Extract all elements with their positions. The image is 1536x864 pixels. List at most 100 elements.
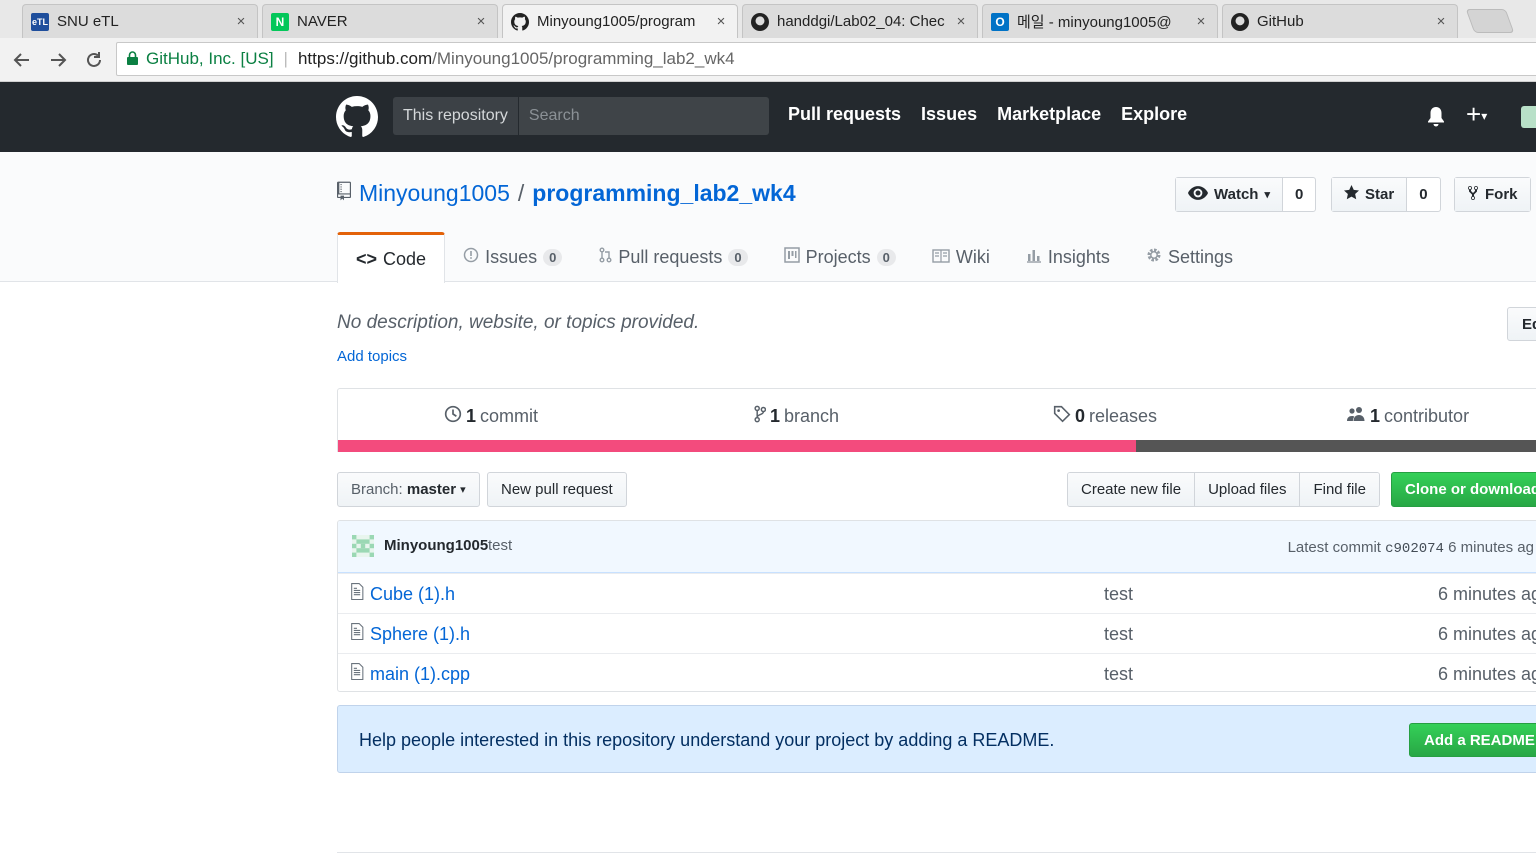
- file-icon: [350, 623, 364, 645]
- tab-pull-requests[interactable]: Pull requests 0: [580, 232, 765, 282]
- nav-issues[interactable]: Issues: [921, 104, 977, 125]
- tab-label: Code: [383, 248, 427, 269]
- tab-insights[interactable]: Insights: [1008, 232, 1128, 282]
- create-new-dropdown[interactable]: +▾: [1466, 101, 1487, 128]
- commit-author[interactable]: Minyoung1005: [384, 537, 488, 554]
- fork-button[interactable]: Fork: [1455, 178, 1530, 211]
- latest-commit-bar: Minyoung1005 test Latest commit c902074 …: [338, 521, 1536, 573]
- commits-link[interactable]: 1 commit: [444, 405, 538, 428]
- file-link[interactable]: main (1).cpp: [350, 663, 470, 685]
- browser-tab-handdgi[interactable]: handdgi/Lab02_04: Chec ×: [742, 4, 978, 38]
- upload-files-button[interactable]: Upload files: [1195, 473, 1301, 506]
- divider: [337, 852, 1536, 853]
- repo-owner-link[interactable]: Minyoung1005: [359, 180, 510, 207]
- watch-button[interactable]: Watch ▾: [1176, 178, 1282, 211]
- file-commit-message[interactable]: test: [1104, 584, 1133, 605]
- commits-count: 1: [466, 406, 477, 426]
- tab-label: Pull requests: [618, 246, 723, 267]
- file-commit-message[interactable]: test: [1104, 624, 1133, 645]
- contributors-label: contributor: [1384, 406, 1470, 426]
- star-button[interactable]: Star: [1332, 178, 1407, 211]
- branch-icon: [754, 405, 767, 428]
- add-readme-button[interactable]: Add a README: [1409, 723, 1536, 757]
- browser-tab-mail[interactable]: O 메일 - minyoung1005@ ×: [982, 4, 1218, 38]
- branches-link[interactable]: 1 branch: [754, 405, 839, 428]
- tab-settings[interactable]: Settings: [1128, 232, 1251, 282]
- star-label: Star: [1365, 186, 1395, 203]
- address-bar[interactable]: GitHub, Inc. [US] | https://github.com/M…: [116, 42, 1536, 76]
- commit-age: 6 minutes ag: [1448, 539, 1534, 556]
- close-tab-icon[interactable]: ×: [473, 13, 489, 30]
- star-count[interactable]: 0: [1406, 178, 1439, 211]
- github-logo-icon[interactable]: [336, 96, 378, 138]
- avatar[interactable]: [352, 535, 374, 557]
- back-arrow-icon[interactable]: [8, 46, 36, 74]
- commit-sha[interactable]: c902074: [1385, 541, 1444, 557]
- file-table: Minyoung1005 test Latest commit c902074 …: [337, 520, 1536, 692]
- contributors-link[interactable]: 1 contributor: [1346, 405, 1469, 428]
- language-bar[interactable]: [338, 440, 1536, 452]
- releases-link[interactable]: 0 releases: [1053, 405, 1157, 428]
- find-file-button[interactable]: Find file: [1300, 473, 1379, 506]
- browser-tab-github[interactable]: GitHub ×: [1222, 4, 1458, 38]
- language-segment-c: [1136, 440, 1536, 452]
- new-tab-button[interactable]: [1465, 9, 1515, 33]
- close-tab-icon[interactable]: ×: [1433, 13, 1449, 30]
- browser-tab-naver[interactable]: N NAVER ×: [262, 4, 498, 38]
- avatar[interactable]: [1521, 106, 1536, 128]
- readme-prompt-text: Help people interested in this repositor…: [359, 730, 1055, 750]
- nav-pull-requests[interactable]: Pull requests: [788, 104, 901, 125]
- branch-name: master: [406, 481, 457, 498]
- nav-explore[interactable]: Explore: [1121, 104, 1187, 125]
- pull-requests-counter: 0: [728, 248, 748, 266]
- file-name: main (1).cpp: [370, 663, 471, 684]
- tab-title: Minyoung1005/program: [537, 13, 696, 30]
- reload-icon[interactable]: [80, 46, 108, 74]
- tab-code[interactable]: <> Code: [337, 232, 446, 283]
- forward-arrow-icon[interactable]: [44, 46, 72, 74]
- repo-icon: [337, 180, 351, 207]
- etl-icon: eTL: [31, 12, 49, 31]
- close-tab-icon[interactable]: ×: [953, 13, 969, 30]
- nav-marketplace[interactable]: Marketplace: [997, 104, 1101, 125]
- tab-issues[interactable]: Issues 0: [445, 232, 580, 282]
- contributors-count: 1: [1370, 406, 1381, 426]
- file-commit-message[interactable]: test: [1104, 664, 1133, 685]
- file-link[interactable]: Sphere (1).h: [350, 623, 470, 645]
- people-icon: [1346, 405, 1366, 428]
- search-box[interactable]: This repository Search: [393, 97, 769, 135]
- code-icon: <>: [356, 248, 378, 269]
- header-nav: Pull requests Issues Marketplace Explore: [788, 104, 1187, 125]
- clone-or-download-button[interactable]: Clone or download: [1391, 472, 1536, 507]
- latest-commit-label: Latest commit: [1287, 539, 1381, 556]
- close-tab-icon[interactable]: ×: [713, 13, 729, 30]
- pull-request-icon: [598, 247, 612, 268]
- browser-tab-strip: eTL SNU eTL × N NAVER × Minyoung1005/pro…: [0, 0, 1536, 38]
- tab-label: Wiki: [955, 246, 990, 267]
- new-pull-request-button[interactable]: New pull request: [487, 472, 627, 507]
- create-new-file-button[interactable]: Create new file: [1068, 473, 1196, 506]
- browser-tab-repo[interactable]: Minyoung1005/program ×: [502, 4, 738, 38]
- edit-button[interactable]: Ed: [1507, 307, 1536, 341]
- repo-name-link[interactable]: programming_lab2_wk4: [532, 180, 795, 207]
- fork-label: Fork: [1485, 186, 1518, 203]
- close-tab-icon[interactable]: ×: [1193, 13, 1209, 30]
- bell-icon[interactable]: [1426, 106, 1446, 133]
- file-link[interactable]: Cube (1).h: [350, 583, 455, 605]
- add-topics-link[interactable]: Add topics: [337, 348, 407, 365]
- search-input[interactable]: Search: [518, 97, 769, 135]
- watch-count[interactable]: 0: [1281, 178, 1315, 211]
- file-icon: [350, 663, 364, 685]
- commits-label: commit: [480, 406, 539, 426]
- browser-tab-snu-etl[interactable]: eTL SNU eTL ×: [22, 4, 258, 38]
- commit-message[interactable]: test: [488, 537, 512, 554]
- tab-projects[interactable]: Projects 0: [766, 232, 914, 282]
- branch-select[interactable]: Branch: master ▾: [337, 472, 480, 507]
- github-icon: [1231, 12, 1249, 31]
- graph-icon: [1026, 247, 1042, 268]
- table-row: main (1).cpp test 6 minutes ag: [338, 653, 1536, 691]
- project-icon: [783, 246, 800, 268]
- tab-wiki[interactable]: Wiki: [914, 232, 1008, 282]
- close-tab-icon[interactable]: ×: [233, 13, 249, 30]
- releases-count: 0: [1075, 406, 1086, 426]
